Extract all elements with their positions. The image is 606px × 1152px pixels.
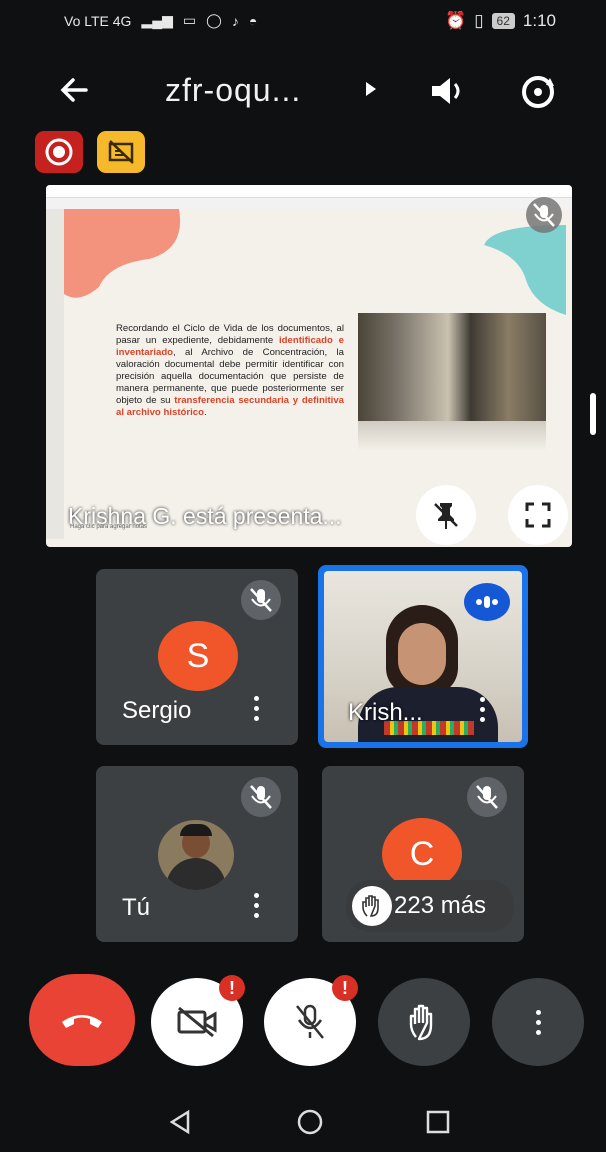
status-right: ⏰ ▯ 62 1:10 bbox=[445, 11, 556, 31]
record-icon bbox=[45, 138, 73, 166]
title-expand-icon[interactable] bbox=[364, 80, 380, 98]
whatsapp-icon: ◯ bbox=[206, 12, 222, 28]
tiktok-icon: ♪ bbox=[231, 12, 239, 29]
participant-tile-sergio[interactable]: S Sergio bbox=[96, 569, 298, 745]
mic-off-icon bbox=[238, 776, 284, 818]
presenter-mute-indicator bbox=[520, 195, 568, 235]
slide-body-text: Recordando el Ciclo de Vida de los docum… bbox=[116, 323, 344, 418]
camera-alert-icon: ! bbox=[219, 975, 245, 1001]
more-participants-count: 223 más bbox=[394, 892, 487, 919]
recording-badge[interactable] bbox=[35, 131, 83, 173]
archive-shelves-photo bbox=[358, 313, 546, 421]
back-arrow-icon bbox=[60, 78, 88, 102]
more-options-icon[interactable] bbox=[253, 696, 259, 721]
square-recents-icon bbox=[426, 1110, 450, 1134]
powerpoint-titlebar bbox=[46, 185, 572, 198]
switch-camera-button[interactable] bbox=[516, 70, 560, 114]
end-call-icon bbox=[62, 1015, 102, 1028]
raise-hand-icon bbox=[409, 1004, 433, 1041]
fullscreen-button[interactable] bbox=[508, 485, 568, 545]
scroll-indicator[interactable] bbox=[590, 393, 596, 435]
more-options-icon[interactable] bbox=[253, 893, 259, 918]
meeting-title[interactable]: zfr-oqu... bbox=[165, 72, 301, 109]
participant-tile-krishna[interactable]: Krish... bbox=[318, 565, 528, 748]
slide-thumbnail-rail bbox=[46, 209, 64, 539]
switch-camera-icon bbox=[522, 76, 554, 108]
nav-recents-button[interactable] bbox=[424, 1108, 452, 1141]
captions-badge[interactable] bbox=[97, 131, 145, 173]
more-vert-icon bbox=[535, 1009, 541, 1035]
more-participants-pill[interactable]: 223 más bbox=[346, 880, 514, 932]
participant-name: Tú bbox=[122, 894, 151, 921]
alarm-icon: ⏰ bbox=[445, 11, 467, 30]
powerpoint-ribbon bbox=[46, 198, 572, 209]
camera-off-icon bbox=[177, 1006, 217, 1038]
speaker-icon bbox=[432, 78, 460, 104]
notes-hint: Haga clic para agregar notas bbox=[70, 524, 148, 530]
unpin-button[interactable] bbox=[416, 485, 476, 545]
messenger-icon: ◓ bbox=[248, 12, 258, 29]
mic-alert-icon: ! bbox=[332, 975, 358, 1001]
mic-off-icon bbox=[238, 579, 284, 621]
hand-icon bbox=[352, 886, 392, 926]
status-left: Vo LTE 4G ▂▄▆ ▭ ◯ ♪ ◓ bbox=[64, 12, 257, 29]
fullscreen-icon bbox=[525, 502, 551, 528]
nav-back-button[interactable] bbox=[166, 1108, 194, 1141]
speaking-indicator-icon bbox=[464, 583, 510, 621]
mic-off-icon bbox=[464, 776, 510, 818]
participant-name: Sergio bbox=[122, 697, 192, 724]
vibrate-icon: ▯ bbox=[474, 11, 484, 30]
pin-off-icon bbox=[434, 503, 458, 529]
more-options-button[interactable] bbox=[492, 978, 584, 1066]
signal-icon: ▂▄▆ bbox=[141, 12, 173, 28]
presentation-view[interactable]: Recordando el Ciclo de Vida de los docum… bbox=[46, 185, 572, 547]
raise-hand-button[interactable] bbox=[378, 978, 470, 1066]
nav-home-button[interactable] bbox=[296, 1108, 324, 1141]
circle-home-icon bbox=[297, 1109, 323, 1135]
mic-off-icon bbox=[296, 1004, 324, 1039]
triangle-back-icon bbox=[169, 1109, 190, 1135]
participant-tile-self[interactable]: Tú bbox=[96, 766, 298, 942]
clock: 1:10 bbox=[522, 11, 556, 30]
participant-tile-c[interactable]: C 223 más bbox=[322, 766, 524, 942]
battery-indicator: 62 bbox=[491, 13, 515, 29]
slide-teal-shape bbox=[484, 225, 566, 315]
back-button[interactable] bbox=[56, 72, 92, 108]
end-call-button[interactable] bbox=[29, 974, 135, 1066]
photo-reflection bbox=[358, 421, 546, 451]
network-indicator: Vo LTE 4G bbox=[64, 12, 132, 29]
person-face bbox=[398, 623, 446, 685]
avatar bbox=[158, 820, 234, 890]
avatar: S bbox=[158, 621, 238, 691]
video-notification-icon: ▭ bbox=[182, 12, 197, 28]
system-navigation-bar bbox=[0, 1092, 606, 1152]
captions-off-icon bbox=[108, 140, 134, 164]
speaker-button[interactable] bbox=[426, 70, 468, 112]
more-options-icon[interactable] bbox=[479, 697, 485, 722]
participant-name: Krish... bbox=[348, 699, 423, 726]
slide-orange-shape bbox=[64, 209, 181, 298]
status-bar: Vo LTE 4G ▂▄▆ ▭ ◯ ♪ ◓ ⏰ ▯ 62 1:10 bbox=[0, 0, 606, 44]
